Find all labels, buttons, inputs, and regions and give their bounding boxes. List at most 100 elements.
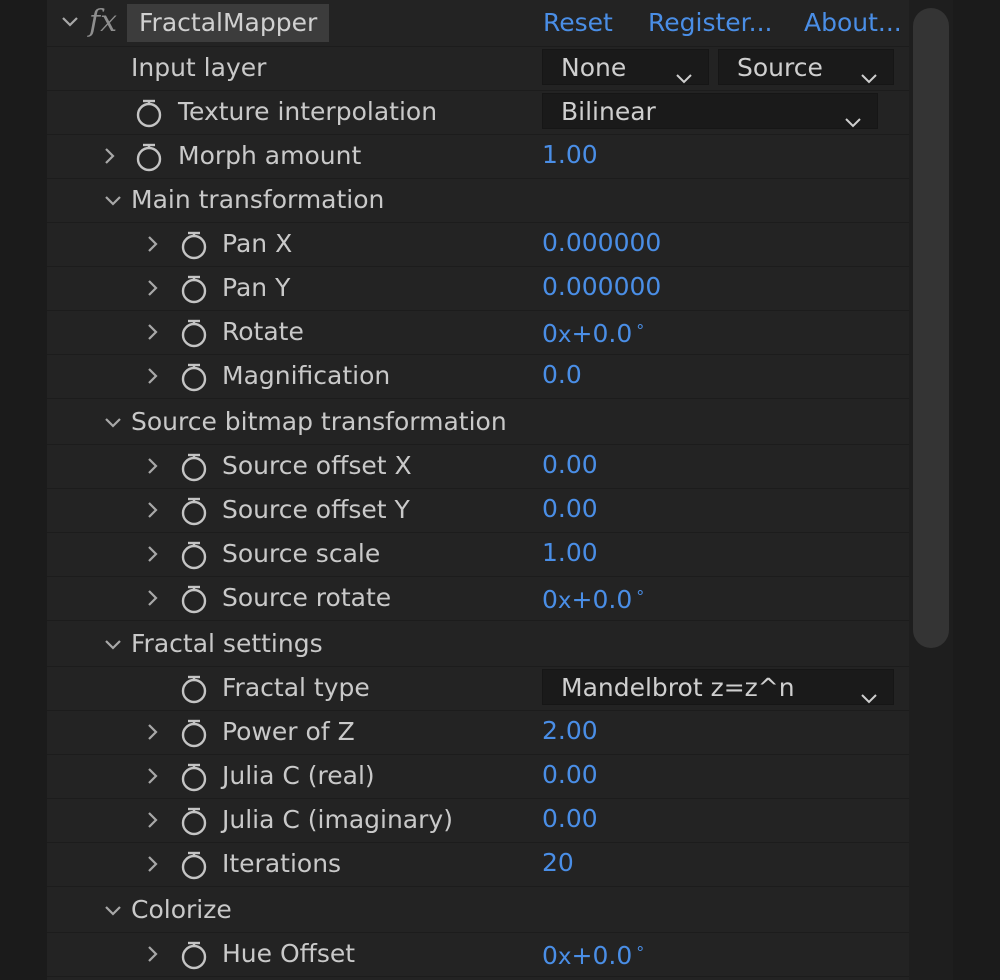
param-rotate: Rotate 0x+0.0 °: [47, 310, 909, 355]
param-source-offset-y: Source offset Y 0.00: [47, 488, 909, 533]
param-pan-y: Pan Y 0.000000: [47, 266, 909, 311]
param-label: Julia C (real): [222, 761, 375, 790]
source-offset-y-value[interactable]: 0.00: [542, 488, 598, 532]
chevron-right-icon[interactable]: [142, 488, 164, 532]
pan-y-value[interactable]: 0.000000: [542, 266, 661, 310]
stopwatch-icon[interactable]: [179, 850, 209, 880]
degree-symbol: °: [636, 321, 645, 340]
chevron-down-icon[interactable]: [102, 622, 124, 666]
chevron-right-icon[interactable]: [142, 532, 164, 576]
texture-interpolation-dropdown[interactable]: Bilinear: [542, 93, 878, 129]
revolutions[interactable]: 0: [542, 319, 558, 348]
param-source-scale: Source scale 1.00: [47, 532, 909, 577]
param-morph-amount: Morph amount 1.00: [47, 134, 909, 179]
chevron-right-icon[interactable]: [142, 354, 164, 398]
source-rotate-value[interactable]: 0x+0.0 °: [542, 576, 644, 620]
stopwatch-icon[interactable]: [179, 806, 209, 836]
param-hue-offset: Hue Offset 0x+0.0 °: [47, 932, 909, 977]
stopwatch-icon[interactable]: [179, 584, 209, 614]
chevron-down-icon[interactable]: [102, 888, 124, 932]
times-sign: x: [557, 944, 572, 970]
stopwatch-icon[interactable]: [179, 762, 209, 792]
effect-name[interactable]: FractalMapper: [127, 4, 330, 42]
about-link[interactable]: About...: [804, 2, 902, 44]
param-label: Source offset Y: [222, 495, 410, 524]
degrees[interactable]: +0.0: [572, 585, 633, 614]
stopwatch-icon[interactable]: [179, 718, 209, 748]
effect-header-row: fx FractalMapper Reset Register... About…: [47, 0, 909, 47]
times-sign: x: [557, 588, 572, 614]
stopwatch-icon[interactable]: [179, 674, 209, 704]
julia-c-imaginary-value[interactable]: 0.00: [542, 798, 598, 842]
rotate-value[interactable]: 0x+0.0 °: [542, 310, 644, 354]
param-label: Fractal type: [222, 673, 370, 702]
chevron-right-icon[interactable]: [142, 798, 164, 842]
param-label: Input layer: [131, 53, 267, 82]
chevron-right-icon[interactable]: [142, 754, 164, 798]
degrees[interactable]: +0.0: [572, 319, 633, 348]
param-label: Morph amount: [178, 141, 362, 170]
degree-symbol: °: [636, 587, 645, 606]
chevron-right-icon[interactable]: [142, 266, 164, 310]
group-label: Main transformation: [131, 185, 385, 214]
stopwatch-icon[interactable]: [134, 98, 164, 128]
stopwatch-icon[interactable]: [179, 230, 209, 260]
iterations-value[interactable]: 20: [542, 842, 574, 886]
source-scale-value[interactable]: 1.00: [542, 532, 598, 576]
dropdown-value: Source: [737, 53, 823, 82]
degrees[interactable]: +0.0: [572, 941, 633, 970]
chevron-right-icon[interactable]: [142, 842, 164, 886]
fractal-type-dropdown[interactable]: Mandelbrot z=z^n: [542, 669, 894, 705]
input-source-dropdown[interactable]: Source: [718, 49, 894, 85]
source-offset-x-value[interactable]: 0.00: [542, 444, 598, 488]
chevron-right-icon[interactable]: [99, 134, 121, 178]
chevron-right-icon[interactable]: [142, 310, 164, 354]
param-label: Power of Z: [222, 717, 355, 746]
power-of-z-value[interactable]: 2.00: [542, 710, 598, 754]
param-julia-c-imaginary: Julia C (imaginary) 0.00: [47, 798, 909, 843]
param-label: Source offset X: [222, 451, 412, 480]
param-input-layer: Input layer None Source: [47, 46, 909, 91]
stopwatch-icon[interactable]: [179, 362, 209, 392]
stopwatch-icon[interactable]: [179, 940, 209, 970]
param-label: Hue Offset: [222, 939, 356, 968]
chevron-down-icon[interactable]: [102, 400, 124, 444]
stopwatch-icon[interactable]: [179, 496, 209, 526]
chevron-right-icon[interactable]: [142, 576, 164, 620]
param-pan-x: Pan X 0.000000: [47, 222, 909, 267]
chevron-right-icon[interactable]: [142, 444, 164, 488]
param-label: Pan X: [222, 229, 293, 258]
chevron-right-icon[interactable]: [142, 710, 164, 754]
stopwatch-icon[interactable]: [179, 318, 209, 348]
hue-offset-value[interactable]: 0x+0.0 °: [542, 932, 644, 976]
chevron-down-icon[interactable]: [102, 178, 124, 222]
reset-link[interactable]: Reset: [543, 2, 613, 44]
stopwatch-icon[interactable]: [179, 540, 209, 570]
stopwatch-icon[interactable]: [134, 142, 164, 172]
revolutions[interactable]: 0: [542, 941, 558, 970]
param-source-rotate: Source rotate 0x+0.0 °: [47, 576, 909, 621]
register-link[interactable]: Register...: [648, 2, 772, 44]
chevron-down-icon[interactable]: [59, 0, 81, 44]
scrollbar-thumb[interactable]: [913, 8, 949, 648]
param-label: Pan Y: [222, 273, 291, 302]
julia-c-real-value[interactable]: 0.00: [542, 754, 598, 798]
group-main-transformation[interactable]: Main transformation: [47, 178, 909, 223]
degree-symbol: °: [636, 943, 645, 962]
stopwatch-icon[interactable]: [179, 274, 209, 304]
param-label: Julia C (imaginary): [222, 805, 453, 834]
stopwatch-icon[interactable]: [179, 452, 209, 482]
input-layer-dropdown[interactable]: None: [542, 49, 709, 85]
revolutions[interactable]: 0: [542, 585, 558, 614]
chevron-right-icon[interactable]: [142, 222, 164, 266]
chevron-right-icon[interactable]: [142, 932, 164, 976]
pan-x-value[interactable]: 0.000000: [542, 222, 661, 266]
group-label: Source bitmap transformation: [131, 407, 507, 436]
group-source-bitmap-transformation[interactable]: Source bitmap transformation: [47, 400, 909, 445]
param-texture-interpolation: Texture interpolation Bilinear: [47, 90, 909, 135]
group-label: Fractal settings: [131, 629, 323, 658]
morph-amount-value[interactable]: 1.00: [542, 134, 598, 178]
group-colorize[interactable]: Colorize: [47, 888, 909, 933]
group-fractal-settings[interactable]: Fractal settings: [47, 622, 909, 667]
magnification-value[interactable]: 0.0: [542, 354, 582, 398]
